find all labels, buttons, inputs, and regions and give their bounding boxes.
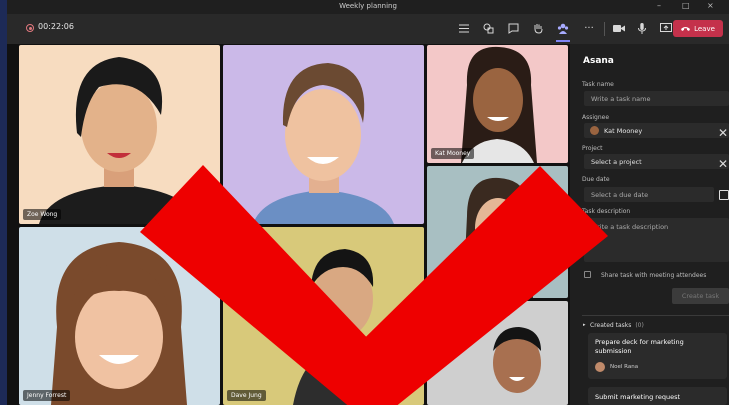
calendar-icon[interactable] [719,190,729,200]
video-tile-kat-mooney[interactable]: Kat Mooney [427,45,568,163]
participant-name: Dave Jung [227,390,266,401]
video-tile-dave-jung[interactable]: Dave Jung [223,227,424,405]
task-name-input[interactable]: Write a task name [584,91,729,106]
minimize-button[interactable]: – [657,1,661,10]
more-icon[interactable]: ··· [581,20,597,36]
maximize-button[interactable]: □ [682,1,690,10]
created-tasks-header[interactable]: ▸ Created tasks (0) [583,322,644,329]
hangup-icon [681,25,691,33]
avatar [595,362,605,372]
clear-assignee-icon[interactable]: ✕ [718,126,728,140]
video-tile-zoe-wong[interactable]: Zoe Wong [19,45,220,224]
participant-name: Zoe Wong [23,209,62,220]
meeting-timer: 00:22:06 [38,22,74,31]
task-card-assignee: Noel Rana [610,364,639,370]
raise-hand-icon[interactable] [530,20,546,36]
reactions-icon[interactable] [480,20,496,36]
mic-icon[interactable] [634,20,650,36]
participant-name: Jenny Forrest [23,390,71,401]
created-tasks-label: Created tasks [590,322,632,329]
meeting-window: Weekly planning – □ × 00:22:06 ··· Leave… [7,0,729,405]
participant-name: Kat Mooney [431,148,475,159]
divider [582,315,729,316]
recording-icon [26,24,34,32]
people-icon[interactable] [555,20,571,42]
video-tile-participant-7[interactable] [427,301,568,405]
video-tile-participant-2[interactable] [223,45,424,224]
title-bar: Weekly planning – □ × [7,0,729,14]
participant-video [223,45,424,224]
video-tile-participant-4[interactable] [427,166,568,298]
created-tasks-count: (0) [635,322,644,329]
meeting-toolbar: 00:22:06 ··· Leave [7,14,729,44]
toolbar-divider [604,22,605,36]
participant-video [427,45,568,163]
share-checkbox[interactable] [584,271,591,278]
task-card[interactable]: Submit marketing request [588,387,727,405]
participant-video [19,45,220,224]
participant-video [223,227,424,405]
task-card[interactable]: Prepare deck for marketing submission No… [588,333,727,379]
project-select[interactable]: Select a project [584,154,729,169]
share-label: Share task with meeting attendees [601,272,707,279]
due-date-input[interactable]: Select a due date [584,187,714,202]
video-grid: Zoe Wong Kat Mooney Jenny Forrest Dave J… [7,44,570,405]
assignee-label: Assignee [582,114,610,121]
asana-panel: Asana Task name Write a task name Assign… [572,44,729,405]
close-window-button[interactable]: × [707,1,714,10]
assignee-field[interactable]: Kat Mooney [584,123,729,138]
participant-video [427,301,568,405]
task-name-label: Task name [582,81,614,88]
create-task-button[interactable]: Create task [672,288,729,304]
video-tile-jenny-forrest[interactable]: Jenny Forrest [19,227,220,405]
panel-title: Asana [583,56,614,66]
participant-video [427,166,568,298]
task-card-title: Prepare deck for marketing submission [595,338,684,355]
project-label: Project [582,145,603,152]
description-textarea[interactable]: Write a task description [584,218,729,262]
clear-project-icon[interactable]: ✕ [718,157,728,171]
share-screen-icon[interactable] [658,20,674,36]
list-icon[interactable] [456,20,472,36]
leave-button[interactable]: Leave [673,20,723,37]
participant-video [19,227,220,405]
window-title: Weekly planning [339,2,397,10]
avatar [590,126,599,135]
chevron-down-icon: ▸ [583,322,586,328]
camera-icon[interactable] [611,20,627,36]
leave-label: Leave [694,24,715,33]
description-label: Task description [582,208,631,215]
task-card-title: Submit marketing request [595,393,681,401]
assignee-value: Kat Mooney [604,126,643,135]
chat-icon[interactable] [505,20,521,36]
due-date-label: Due date [582,176,610,183]
